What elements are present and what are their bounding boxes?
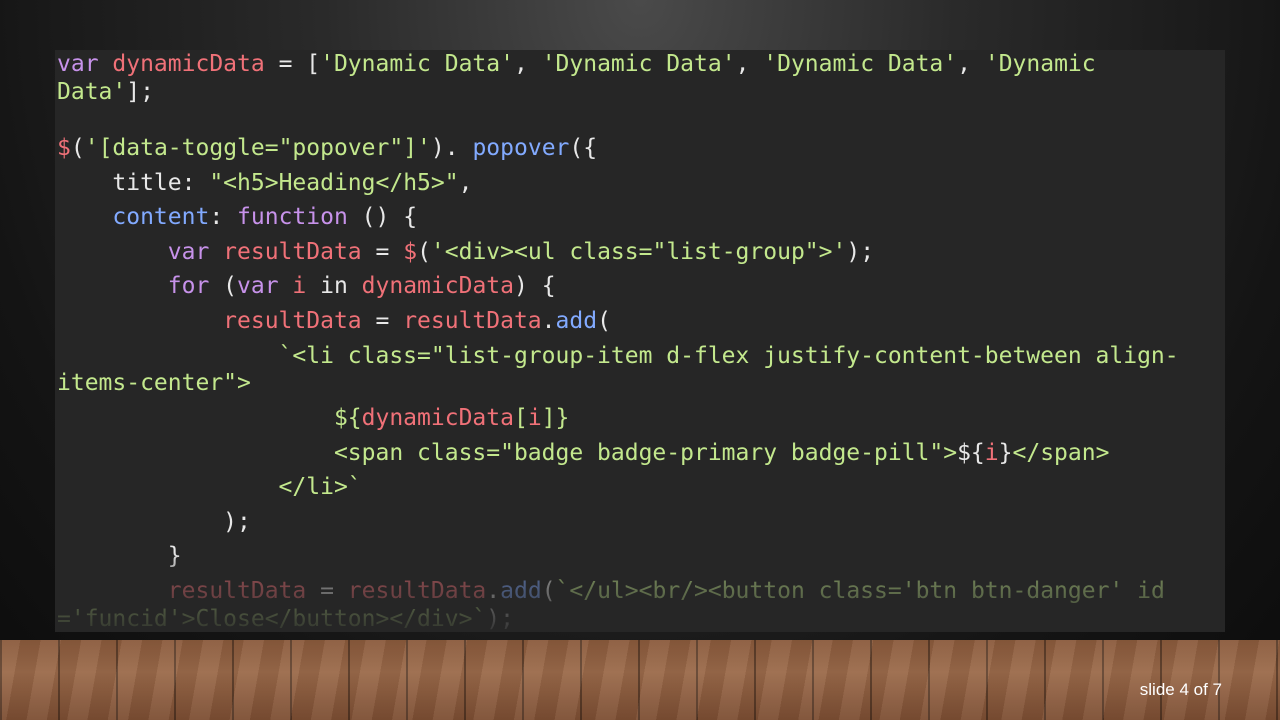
code-token: = [361, 308, 404, 334]
code-token: for [57, 273, 210, 299]
code-token: `<li class="list-group-item d-flex justi… [57, 343, 1179, 369]
code-line: ); [57, 508, 251, 536]
code-token: [ [513, 405, 528, 431]
code-line: ${dynamicData[i]} [57, 404, 569, 432]
code-token: resultData [347, 578, 487, 604]
code-line: $('[data-toggle="popover"]'). popover({ [57, 134, 597, 162]
code-token: ); [57, 509, 251, 535]
code-token: resultData [223, 239, 362, 265]
code-token: resultData [57, 578, 307, 604]
code-token: function [237, 204, 348, 230]
code-token: $ [403, 239, 418, 265]
code-token: , [957, 51, 985, 77]
code-block: var dynamicData = ['Dynamic Data', 'Dyna… [55, 50, 1225, 632]
code-line: Data']; [57, 78, 154, 106]
code-line: ='funcid'>Close</button></div>`); [57, 605, 514, 632]
code-token: items-center"> [57, 370, 251, 396]
code-token: popover [472, 135, 570, 161]
code-token: </li>` [57, 474, 362, 500]
code-token: var [57, 239, 224, 265]
code-token: } [57, 543, 182, 569]
code-token: `</ul><br/><button class='btn btn-danger… [555, 578, 1165, 604]
code-line: title: "<h5>Heading</h5>", [57, 169, 472, 197]
code-line: `<li class="list-group-item d-flex justi… [57, 342, 1179, 370]
code-token: ( [417, 239, 431, 265]
code-token: </span> [1012, 440, 1110, 466]
code-token: , [735, 51, 764, 77]
code-line: } [57, 542, 182, 570]
code-token: ='funcid'>Close</button></div>` [57, 606, 487, 632]
code-token: $ [57, 135, 71, 161]
code-token: add [500, 578, 542, 604]
code-token: Data' [57, 79, 127, 105]
code-token: i [527, 405, 542, 431]
code-line: </li>` [57, 473, 362, 501]
code-token: = [306, 578, 348, 604]
code-token: '<div><ul class="list-group">' [430, 239, 847, 265]
code-token: title: [57, 170, 210, 196]
code-token: . [541, 308, 556, 334]
code-token: content [57, 204, 210, 230]
code-token: 'Dynamic [984, 51, 1096, 77]
code-token: ( [597, 308, 611, 334]
code-token: = [361, 239, 404, 265]
code-token: ( [70, 135, 85, 161]
code-token: ({ [569, 135, 598, 161]
code-token: i [292, 273, 307, 299]
slide-counter: slide 4 of 7 [1139, 680, 1222, 699]
code-token: dynamicData [112, 51, 265, 77]
code-token: ); [846, 239, 875, 265]
code-token: . [486, 578, 501, 604]
code-token: , [458, 170, 473, 196]
code-token: <span class="badge badge-primary badge-p… [57, 440, 958, 466]
code-token: 'Dynamic Data' [541, 51, 736, 77]
code-token: '[data-toggle="popover"]' [84, 135, 431, 161]
code-token: var [57, 51, 113, 77]
code-line: resultData = resultData.add(`</ul><br/><… [57, 577, 1165, 605]
code-token: ]; [126, 79, 154, 105]
code-token: add [555, 308, 598, 334]
code-token: in [306, 273, 362, 299]
code-token: ); [486, 606, 514, 632]
code-token: } [998, 440, 1013, 466]
code-line: <span class="badge badge-primary badge-p… [57, 439, 1110, 467]
code-token: ${ [57, 405, 362, 431]
code-token: resultData [57, 308, 362, 334]
code-token: , [513, 51, 542, 77]
code-line: for (var i in dynamicData) { [57, 272, 556, 300]
code-line: content: function () { [57, 203, 417, 231]
code-token: "<h5>Heading</h5>" [209, 170, 459, 196]
code-token: i [984, 440, 999, 466]
code-line: items-center"> [57, 369, 251, 397]
code-token: dynamicData [361, 405, 514, 431]
code-token: var [237, 273, 293, 299]
code-token: ( [541, 578, 556, 604]
code-line: resultData = resultData.add( [57, 307, 611, 335]
code-line: var dynamicData = ['Dynamic Data', 'Dyna… [57, 50, 1096, 78]
code-token: ). [430, 135, 473, 161]
code-token: ) { [514, 273, 556, 299]
code-token: ( [209, 273, 238, 299]
code-token: dynamicData [361, 273, 514, 299]
wooden-floor-background [0, 640, 1280, 720]
code-token: ${ [957, 440, 985, 466]
code-token: = [ [264, 51, 321, 77]
code-token: : [209, 204, 238, 230]
code-token: resultData [403, 308, 542, 334]
code-token: () { [347, 204, 418, 230]
code-token: 'Dynamic Data' [320, 51, 514, 77]
code-token: ]} [541, 405, 570, 431]
code-line: var resultData = $('<div><ul class="list… [57, 238, 874, 266]
code-token: 'Dynamic Data' [763, 51, 958, 77]
